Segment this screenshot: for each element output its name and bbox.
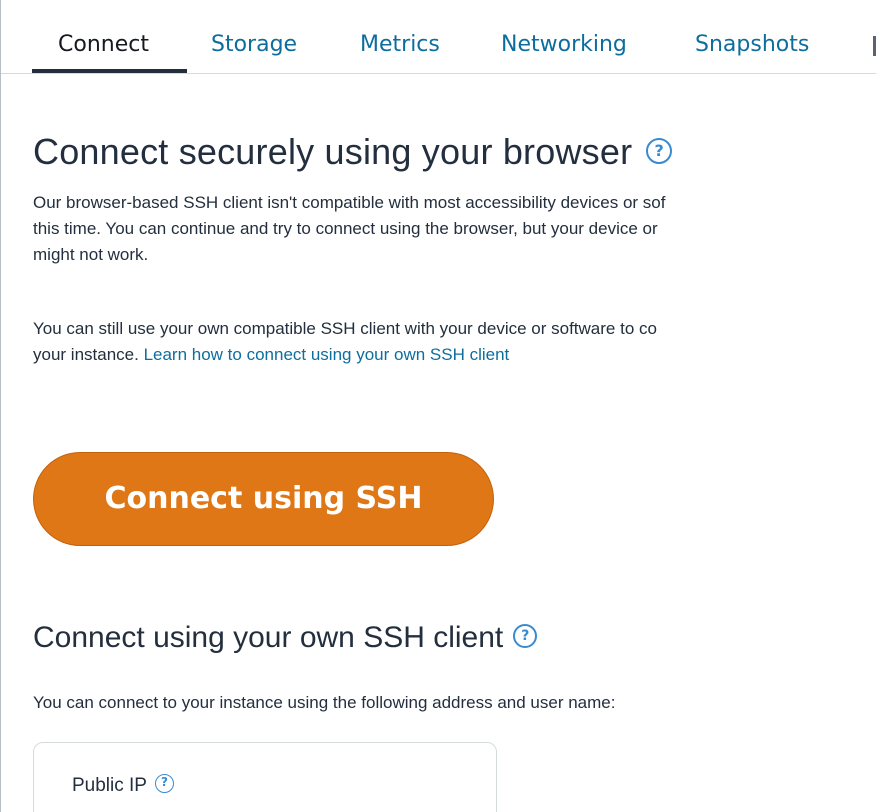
notice-line-3: might not work.: [33, 245, 149, 264]
tab-bar: Connect Storage Metrics Networking Snaps…: [1, 0, 876, 74]
browser-connect-heading: Connect securely using your browser?: [33, 131, 673, 173]
own-client-line-2-text: your instance.: [33, 345, 144, 364]
tab-storage[interactable]: Storage: [211, 30, 297, 60]
own-client-line-2: your instance. Learn how to connect usin…: [33, 342, 876, 368]
question-circle-icon[interactable]: ?: [513, 624, 538, 649]
accessibility-notice: Our browser-based SSH client isn't compa…: [33, 190, 876, 268]
tab-connect[interactable]: Connect: [58, 30, 149, 60]
connection-details-card: Public IP?: [33, 742, 497, 812]
connect-using-ssh-button[interactable]: Connect using SSH: [33, 452, 494, 546]
tab-metrics[interactable]: Metrics: [360, 30, 440, 60]
question-circle-icon[interactable]: ?: [646, 138, 673, 165]
instance-panel: Connect Storage Metrics Networking Snaps…: [0, 0, 876, 812]
notice-line-2: this time. You can continue and try to c…: [33, 219, 658, 238]
browser-connect-title: Connect securely using your browser: [33, 131, 633, 172]
own-client-heading: Connect using your own SSH client?: [33, 621, 538, 655]
public-ip-label: Public IP: [72, 775, 147, 796]
notice-line-1: Our browser-based SSH client isn't compa…: [33, 193, 666, 212]
learn-own-ssh-client-link[interactable]: Learn how to connect using your own SSH …: [144, 345, 510, 364]
active-tab-indicator: [32, 69, 187, 73]
own-client-description: You can connect to your instance using t…: [33, 693, 616, 712]
question-circle-icon[interactable]: ?: [154, 774, 174, 794]
own-client-notice: You can still use your own compatible SS…: [33, 316, 876, 368]
own-client-line-1: You can still use your own compatible SS…: [33, 319, 657, 338]
own-client-title: Connect using your own SSH client: [33, 621, 504, 654]
public-ip-label-row: Public IP?: [72, 774, 174, 797]
tab-snapshots[interactable]: Snapshots: [695, 30, 809, 60]
tab-networking[interactable]: Networking: [501, 30, 627, 60]
